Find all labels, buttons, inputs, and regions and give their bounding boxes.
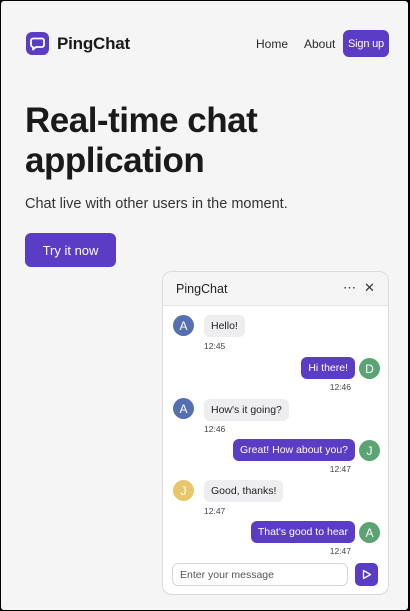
hero-subtitle: Chat live with other users in the moment… [25, 196, 288, 212]
avatar: A [359, 522, 380, 543]
brand[interactable]: PingChat [26, 32, 130, 55]
message-bubble: Hi there! [301, 357, 355, 379]
message-input[interactable] [172, 563, 348, 586]
message-time: 12:47 [204, 506, 226, 516]
nav-link-about[interactable]: About [304, 37, 335, 51]
message-time: 12:47 [329, 546, 351, 556]
signup-button[interactable]: Sign up [343, 30, 389, 57]
send-icon [362, 569, 372, 580]
message-time: 12:46 [204, 424, 226, 434]
avatar: A [173, 315, 194, 336]
avatar: J [173, 480, 194, 501]
chat-window: PingChat ⋯ ✕ A Hello! 12:45 Hi there! D … [162, 271, 389, 595]
message-time: 12:47 [329, 464, 351, 474]
send-button[interactable] [355, 563, 378, 586]
message-bubble: Good, thanks! [204, 480, 284, 502]
message-bubble: How's it going? [204, 399, 289, 421]
try-it-now-button[interactable]: Try it now [25, 233, 116, 267]
avatar: J [359, 440, 380, 461]
page: PingChat Home About Sign up Real-time ch… [1, 1, 408, 610]
top-nav: PingChat Home About Sign up [1, 1, 408, 87]
chat-bubble-icon [26, 32, 49, 55]
nav-link-home[interactable]: Home [256, 37, 288, 51]
message-time: 12:46 [329, 382, 351, 392]
avatar: D [359, 358, 380, 379]
brand-name: PingChat [57, 33, 131, 53]
message-time: 12:45 [204, 341, 226, 351]
chat-title: PingChat [176, 282, 228, 296]
message-bubble: Great! How about you? [233, 439, 355, 461]
avatar: A [173, 398, 194, 419]
close-icon[interactable]: ✕ [364, 280, 375, 296]
more-options-icon[interactable]: ⋯ [343, 280, 357, 296]
chat-header: PingChat ⋯ ✕ [163, 272, 388, 306]
message-bubble: That's good to hear [250, 521, 355, 543]
message-bubble: Hello! [204, 315, 245, 337]
hero-title: Real-time chat application [25, 101, 258, 180]
